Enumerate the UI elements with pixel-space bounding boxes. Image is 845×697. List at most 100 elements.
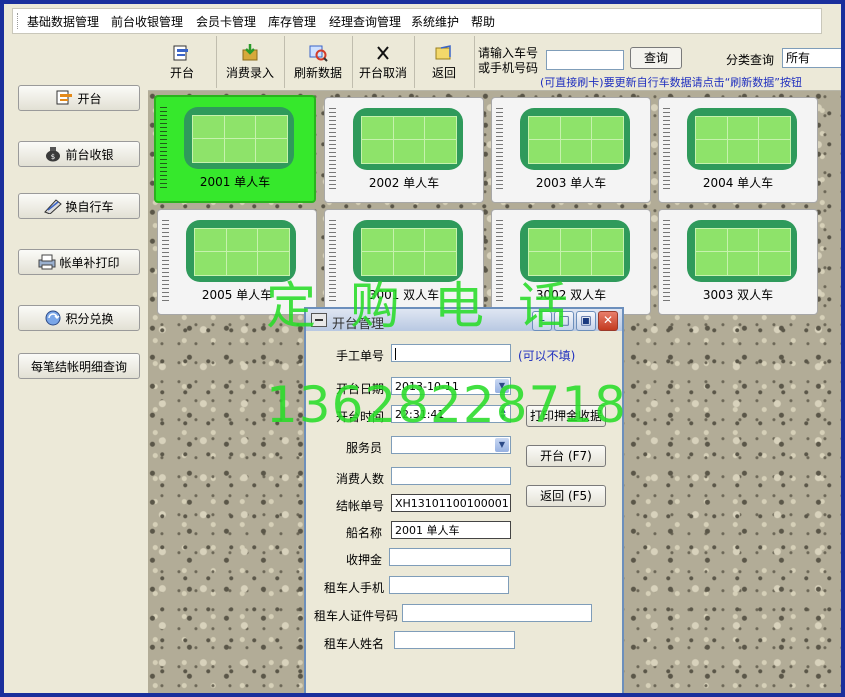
money-bag-icon: $ [46,147,61,162]
court-icon [520,108,630,170]
court-icon [184,107,294,169]
sidebar-reprint-label: 帐单补打印 [59,255,120,270]
menu-front-cashier[interactable]: 前台收银管理 [111,13,183,30]
people-count-input[interactable] [391,467,511,485]
menu-inventory[interactable]: 库存管理 [268,13,316,30]
minimize-button[interactable]: – [532,311,552,331]
sidebar-cashier-label: 前台收银 [65,147,114,162]
sidebar-reprint-button[interactable]: 帐单补打印 [18,249,140,275]
maximize-button[interactable]: □ [554,311,574,331]
date-label: 开台日期 [336,382,385,396]
renter-name-input[interactable] [394,631,515,649]
deposit-input[interactable] [389,548,511,566]
query-button[interactable]: 查询 [630,47,682,69]
date-picker[interactable]: 2013-10-11 ▼ [391,377,511,395]
refresh-hint: (可直接刷卡)要更新自行车数据请点击“刷新数据”按钮 [540,76,802,89]
court-icon [520,220,630,282]
application-window: 基础数据管理 前台收银管理 会员卡管理 库存管理 经理查询管理 系统维护 帮助 … [4,4,841,693]
boat-name-field: 2001 单人车 [391,521,511,539]
category-select[interactable]: 所有 [782,48,841,68]
sidebar-swap-bike-label: 换自行车 [65,199,114,214]
bike-tile[interactable]: 2003 单人车 [491,97,651,203]
dialog-app-icon [311,313,327,327]
close-button[interactable]: ✕ [598,311,618,331]
waiter-select[interactable]: ▼ [391,436,511,454]
bike-tile[interactable]: 3001 双人车 [324,209,484,315]
time-label: 开台时间 [336,410,385,424]
renter-phone-input[interactable] [389,576,509,594]
menu-help[interactable]: 帮助 [471,13,495,30]
manual-no-label: 手工单号 [336,349,385,363]
open-table-label: 开台 [169,66,194,80]
bike-tile[interactable]: 2005 单人车 [157,209,317,315]
menu-member-card[interactable]: 会员卡管理 [196,13,256,30]
sidebar-cashier-button[interactable]: $ 前台收银 [18,141,140,167]
dialog-title: 开台管理 [332,317,385,332]
menu-manager-query[interactable]: 经理查询管理 [329,13,401,30]
chevron-down-icon[interactable]: ▼ [495,379,509,393]
cancel-open-label: 开台取消 [358,66,407,80]
manual-no-input[interactable] [391,344,511,362]
refresh-button[interactable]: 刷新数据 [284,36,353,88]
bike-tile[interactable]: 2001 单人车 [154,95,316,203]
bike-tile-label: 3002 双人车 [535,288,607,302]
category-label: 分类查询 [726,53,775,67]
open-table-confirm-button[interactable]: 开台 (F7) [526,445,606,467]
svg-text:$: $ [51,153,55,161]
open-table-dialog: 开台管理 – □ ▣ ✕ 手工单号 (可以不填) 开台日期 2013-10-11… [304,307,624,693]
waiter-label: 服务员 [346,441,383,455]
search-input[interactable] [546,50,624,70]
court-icon [353,220,463,282]
chevron-down-icon[interactable]: ▼ [495,438,509,452]
renter-id-input[interactable] [402,604,592,622]
menu-system[interactable]: 系统维护 [411,13,459,30]
menu-grip [17,13,21,29]
court-icon [186,220,296,282]
bike-tile-label: 2003 单人车 [535,176,607,190]
bike-tile[interactable]: 3002 双人车 [491,209,651,315]
bike-tile[interactable]: 2004 单人车 [658,97,818,203]
search-label-line1: 请输入车号 [478,46,539,60]
bike-tile-label: 2005 单人车 [201,288,273,302]
printer-icon [38,254,56,270]
bike-tile-label: 2001 单人车 [199,175,271,189]
bike-tile[interactable]: 2002 单人车 [324,97,484,203]
restore-button[interactable]: ▣ [576,311,596,331]
sidebar-points-button[interactable]: 积分兑换 [18,305,140,331]
return-label: 返回 [431,66,456,80]
menu-basic-data[interactable]: 基础数据管理 [27,13,99,30]
sidebar: 开台 $ 前台收银 换自行车 帐单补打印 积分兑换 每笔结帐明细查询 [8,64,142,693]
open-table-icon [173,45,188,61]
return-icon [435,45,451,60]
renter-phone-label: 租车人手机 [324,581,385,595]
manual-no-note: (可以不填) [518,349,576,363]
sidebar-open-table-button[interactable]: 开台 [18,85,140,111]
time-picker[interactable]: 22:31:41 ▲ ▼ [391,405,511,423]
search-label-line2: 或手机号码 [478,61,539,75]
court-icon [687,108,797,170]
bill-no-label: 结帐单号 [336,499,385,513]
court-icon [687,220,797,282]
search-label: 请输入车号 或手机号码 [478,46,538,76]
print-deposit-receipt-button[interactable]: 打印押金收据 [526,405,606,427]
sidebar-swap-bike-button[interactable]: 换自行车 [18,193,140,219]
bill-no-field: XH13101100100001 [391,494,511,512]
consume-entry-label: 消费录入 [225,66,274,80]
consume-entry-button[interactable]: 消费录入 [216,36,285,88]
people-count-label: 消费人数 [336,472,385,486]
sidebar-detail-query-label: 每笔结帐明细查询 [30,359,127,374]
sidebar-points-label: 积分兑换 [65,311,114,326]
spinner-icon[interactable]: ▲ ▼ [497,407,509,421]
dialog-return-button[interactable]: 返回 (F5) [526,485,606,507]
dialog-title-bar[interactable]: 开台管理 – □ ▣ ✕ [306,309,622,332]
return-button[interactable]: 返回 [414,36,475,88]
open-table-button[interactable]: 开台 [148,36,217,88]
cancel-open-button[interactable]: 开台取消 [352,36,415,88]
bike-tile[interactable]: 3003 双人车 [658,209,818,315]
points-exchange-icon [45,310,61,326]
toolbar: 开台 消费录入 刷新数据 开台取消 返回 请输入车号 或手机号码 查询 分类查询… [148,34,841,91]
bike-tile-label: 3003 双人车 [702,288,774,302]
open-table-icon [56,90,73,105]
sidebar-detail-query-button[interactable]: 每笔结帐明细查询 [18,353,140,379]
bike-tile-label: 3001 双人车 [368,288,440,302]
